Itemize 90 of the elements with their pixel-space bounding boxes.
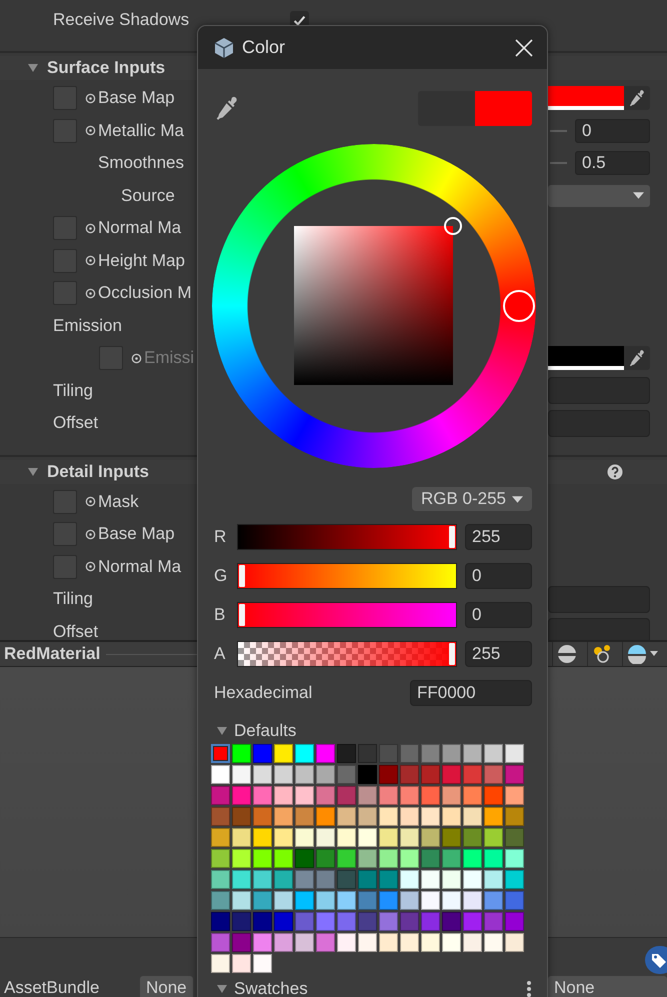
vector-field[interactable] [548, 410, 650, 437]
vector-field[interactable] [548, 586, 650, 613]
slider-thumb[interactable] [449, 643, 455, 665]
property-label: Mask [98, 492, 139, 512]
texture-slot[interactable] [53, 522, 77, 546]
property-label: Offset [53, 622, 98, 640]
saturation-handle[interactable] [444, 217, 462, 235]
texture-slot[interactable] [53, 248, 77, 273]
channel-value-field[interactable]: 0 [465, 563, 532, 589]
color-swatch[interactable] [211, 744, 230, 763]
texture-slot[interactable] [53, 118, 77, 143]
assetbundle-label: AssetBundle [4, 978, 100, 997]
target-icon[interactable] [85, 92, 96, 104]
channel-slider[interactable] [237, 563, 457, 589]
property-label: Smoothnes [98, 153, 184, 174]
texture-slot[interactable] [53, 554, 77, 579]
property-label: Offset [53, 413, 98, 434]
slider-thumb[interactable] [449, 526, 455, 548]
window-title: Color [242, 37, 286, 58]
target-icon[interactable] [85, 561, 96, 572]
channel-value-field[interactable]: 255 [465, 524, 532, 550]
disclosure-triangle-icon[interactable] [27, 62, 39, 74]
target-icon[interactable] [85, 255, 96, 266]
color-field[interactable] [548, 86, 624, 110]
property-label: Tiling [53, 380, 93, 401]
eyedropper-icon[interactable] [628, 349, 646, 368]
dropdown[interactable]: None [140, 976, 193, 997]
lights-icon [592, 644, 612, 664]
property-label: Occlusion M [98, 283, 192, 304]
slider-thumb[interactable] [239, 565, 245, 587]
property-label: Normal Ma [98, 218, 182, 238]
number-field[interactable]: 0.5 [575, 151, 650, 176]
slider-thumb[interactable] [239, 604, 245, 626]
color-mode-dropdown[interactable]: RGB 0-255 [412, 487, 532, 511]
channel-label: G [214, 566, 228, 586]
property-label: Base Map [98, 524, 175, 544]
target-icon[interactable] [85, 288, 96, 299]
disclosure-triangle-icon[interactable] [27, 466, 39, 478]
cube-icon [212, 36, 236, 60]
channel-slider[interactable] [237, 524, 457, 550]
channel-value-field[interactable]: 255 [465, 641, 532, 667]
target-icon[interactable] [131, 352, 142, 364]
texture-slot[interactable] [53, 216, 77, 240]
dropdown[interactable]: None [548, 976, 667, 997]
target-icon[interactable] [85, 496, 96, 508]
help-icon[interactable] [607, 464, 623, 480]
caret-icon [512, 496, 524, 502]
property-label: Emission [53, 316, 122, 336]
texture-slot[interactable] [53, 86, 77, 110]
check-icon [293, 14, 306, 26]
vector-field[interactable] [548, 618, 650, 640]
channel-label: B [214, 605, 226, 625]
sphere-icon [557, 644, 577, 664]
texture-slot[interactable] [53, 490, 77, 514]
property-label: Metallic Ma [98, 120, 184, 141]
property-label: Source [121, 186, 175, 206]
tag-button[interactable] [645, 946, 667, 974]
sphere-icon [627, 644, 659, 664]
texture-slot[interactable] [53, 281, 77, 306]
caret-icon [633, 192, 644, 200]
hex-label: Hexadecimal [214, 683, 312, 703]
texture-slot[interactable] [99, 346, 123, 370]
property-label: Normal Ma [98, 556, 182, 577]
presets-label: Defaults [234, 721, 296, 741]
target-icon[interactable] [85, 222, 96, 234]
vector-field[interactable] [548, 377, 650, 404]
number-field[interactable]: 0 [575, 118, 650, 143]
channel-slider[interactable] [237, 602, 457, 628]
target-icon[interactable] [85, 528, 96, 540]
disclosure-triangle-icon[interactable] [216, 725, 228, 737]
saturation-value-square[interactable] [294, 226, 453, 385]
property-label: Receive Shadows [53, 10, 190, 30]
channel-label: R [214, 527, 228, 547]
channel-label: A [214, 644, 226, 664]
close-icon[interactable] [515, 38, 533, 56]
channel-value-field[interactable]: 0 [465, 602, 532, 628]
color-field[interactable] [548, 346, 624, 370]
tag-icon [651, 952, 667, 968]
hex-field[interactable]: FF0000 [410, 680, 532, 706]
more-icon[interactable] [526, 980, 532, 997]
eyedropper-icon[interactable] [628, 89, 646, 108]
property-label: Tiling [53, 589, 93, 610]
target-icon[interactable] [85, 125, 96, 136]
dropdown[interactable] [548, 184, 650, 207]
property-label: Base Map [98, 88, 175, 108]
property-label: Height Map [98, 250, 185, 271]
swatches-label: Swatches [234, 979, 309, 997]
disclosure-triangle-icon[interactable] [216, 983, 228, 995]
material-title: RedMaterial [4, 644, 100, 664]
property-label: Emissi [144, 348, 194, 368]
